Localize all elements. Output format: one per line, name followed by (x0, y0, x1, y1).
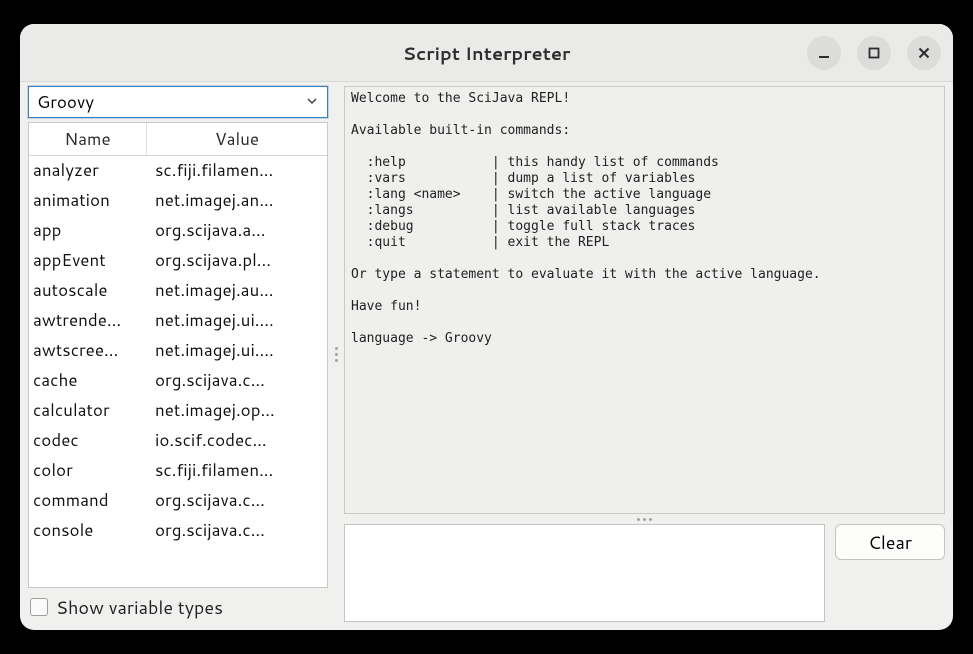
script-input[interactable] (344, 524, 825, 622)
cell-value: io.scif.codec... (151, 426, 327, 456)
table-row[interactable]: codecio.scif.codec... (29, 426, 327, 456)
close-icon (917, 46, 931, 60)
cell-name: awtrende... (29, 306, 151, 336)
horizontal-splitter[interactable] (344, 514, 945, 524)
window-title: Script Interpreter (403, 40, 571, 66)
cell-name: color (29, 456, 151, 486)
minimize-icon (817, 46, 831, 60)
cell-name: cache (29, 366, 151, 396)
vertical-splitter[interactable] (332, 86, 340, 622)
cell-name: calculator (29, 396, 151, 426)
cell-value: net.imagej.ui.... (151, 336, 327, 366)
show-types-label: Show variable types (56, 594, 223, 620)
table-row[interactable]: awtrende...net.imagej.ui.... (29, 306, 327, 336)
language-combo-value: Groovy (37, 90, 94, 114)
column-header-value[interactable]: Value (147, 123, 327, 155)
cell-value: org.scijava.c... (151, 486, 327, 516)
cell-value: net.imagej.au... (151, 276, 327, 306)
cell-name: console (29, 516, 151, 546)
cell-value: net.imagej.an... (151, 186, 327, 216)
cell-name: codec (29, 426, 151, 456)
cell-value: sc.fiji.filamen... (151, 156, 327, 186)
titlebar: Script Interpreter (20, 24, 953, 82)
table-row[interactable]: animationnet.imagej.an... (29, 186, 327, 216)
input-row: Clear (344, 524, 945, 622)
maximize-icon (867, 46, 881, 60)
show-types-checkbox[interactable] (30, 598, 48, 616)
cell-name: analyzer (29, 156, 151, 186)
table-row[interactable]: cacheorg.scijava.c... (29, 366, 327, 396)
clear-button[interactable]: Clear (835, 524, 945, 560)
repl-output: Welcome to the SciJava REPL! Available b… (344, 86, 945, 514)
cell-value: org.scijava.pl... (151, 246, 327, 276)
window-controls (807, 36, 941, 70)
variables-table: Name Value analyzersc.fiji.filamen...ani… (28, 122, 328, 588)
table-row[interactable]: consoleorg.scijava.c... (29, 516, 327, 546)
cell-name: app (29, 216, 151, 246)
left-panel: Groovy Name Value analyzersc.fiji.filame… (28, 86, 328, 622)
table-row[interactable]: autoscalenet.imagej.au... (29, 276, 327, 306)
table-row[interactable]: calculatornet.imagej.op... (29, 396, 327, 426)
show-types-row: Show variable types (28, 588, 328, 622)
cell-name: appEvent (29, 246, 151, 276)
cell-value: net.imagej.ui.... (151, 306, 327, 336)
cell-value: org.scijava.a... (151, 216, 327, 246)
content-area: Groovy Name Value analyzersc.fiji.filame… (20, 82, 953, 630)
table-row[interactable]: commandorg.scijava.c... (29, 486, 327, 516)
cell-value: org.scijava.c... (151, 366, 327, 396)
table-body: analyzersc.fiji.filamen...animationnet.i… (29, 156, 327, 587)
script-interpreter-window: Script Interpreter Groovy (20, 24, 953, 630)
right-panel: Welcome to the SciJava REPL! Available b… (344, 86, 945, 622)
cell-name: autoscale (29, 276, 151, 306)
cell-value: sc.fiji.filamen... (151, 456, 327, 486)
language-combo[interactable]: Groovy (28, 86, 328, 118)
table-row[interactable]: colorsc.fiji.filamen... (29, 456, 327, 486)
table-row[interactable]: appEventorg.scijava.pl... (29, 246, 327, 276)
close-button[interactable] (907, 36, 941, 70)
cell-name: animation (29, 186, 151, 216)
cell-value: org.scijava.c... (151, 516, 327, 546)
maximize-button[interactable] (857, 36, 891, 70)
cell-name: command (29, 486, 151, 516)
minimize-button[interactable] (807, 36, 841, 70)
chevron-down-icon (305, 90, 319, 114)
table-header: Name Value (29, 123, 327, 156)
column-header-name[interactable]: Name (29, 123, 147, 155)
table-row[interactable]: analyzersc.fiji.filamen... (29, 156, 327, 186)
table-row[interactable]: apporg.scijava.a... (29, 216, 327, 246)
table-row[interactable]: awtscree...net.imagej.ui.... (29, 336, 327, 366)
cell-value: net.imagej.op... (151, 396, 327, 426)
cell-name: awtscree... (29, 336, 151, 366)
